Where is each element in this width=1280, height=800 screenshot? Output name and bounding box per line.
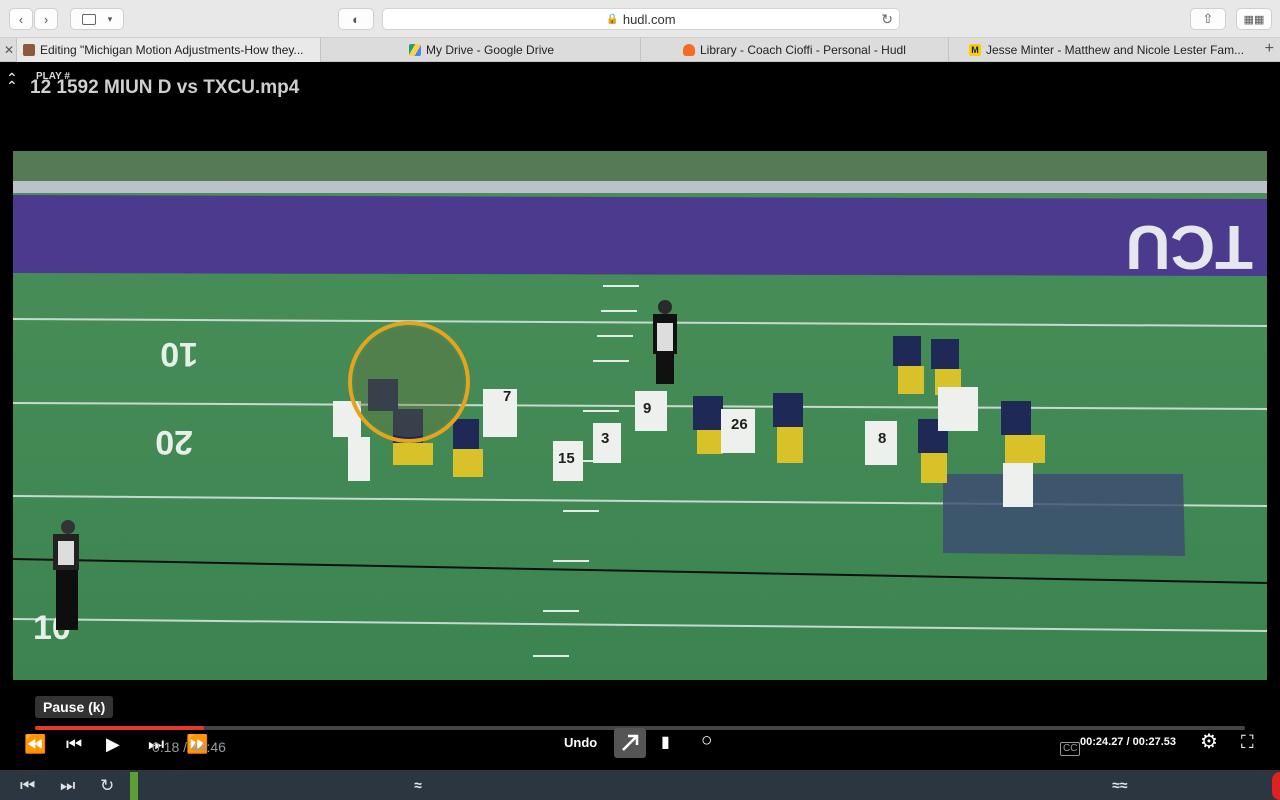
arrow-tool-button[interactable] xyxy=(614,728,646,758)
shield-icon: ◐ xyxy=(352,11,360,27)
tab-label: My Drive - Google Drive xyxy=(426,43,555,57)
back-button[interactable]: ‹ xyxy=(9,8,33,30)
grid-icon: ▦▦ xyxy=(1243,13,1265,26)
jersey-number: 7 xyxy=(503,388,511,405)
tab-editing[interactable]: Editing "Michigan Motion Adjustments-How… xyxy=(16,38,320,62)
tab-label: Jesse Minter - Matthew and Nicole Lester… xyxy=(986,43,1245,57)
timeline-break-icon: ≈≈ xyxy=(1112,777,1128,793)
collapse-icon[interactable]: ⌃ ⌃ xyxy=(6,71,18,93)
new-tab-icon[interactable]: + xyxy=(1265,40,1274,58)
chevron-down-icon: ▾ xyxy=(107,13,113,24)
chevron-right-icon: › xyxy=(43,11,49,27)
forward-button[interactable]: › xyxy=(34,8,58,30)
rewind-icon[interactable]: ⏪ xyxy=(24,735,46,753)
timeline-start-marker[interactable] xyxy=(130,772,138,800)
circle-tool-icon[interactable]: ○ xyxy=(701,731,712,750)
tab-label: Editing "Michigan Motion Adjustments-How… xyxy=(40,43,304,57)
share-button[interactable]: ⇧ xyxy=(1190,8,1226,30)
gear-icon[interactable]: ⚙ xyxy=(1200,732,1218,752)
pause-tooltip: Pause (k) xyxy=(35,696,114,718)
clip-timestamp: 0:18 / 44:46 xyxy=(152,739,226,755)
tab-google-drive[interactable]: My Drive - Google Drive xyxy=(320,38,640,62)
previous-frame-icon[interactable]: ⏮ xyxy=(66,735,82,753)
reload-icon[interactable]: ↻ xyxy=(881,11,893,28)
first-clip-icon[interactable]: ⏮ xyxy=(20,776,35,796)
timeline-break-icon: ≈ xyxy=(414,777,422,793)
tab-hudl-library[interactable]: Library - Coach Cioffi - Personal - Hudl xyxy=(640,38,948,62)
arrow-icon xyxy=(622,734,639,751)
jersey-number: 15 xyxy=(558,450,575,467)
hudl-icon xyxy=(683,44,695,56)
tab-label: Library - Coach Cioffi - Personal - Hudl xyxy=(700,43,906,57)
clip-timeline: ⏮ ⏭ ↻ ≈ ≈≈ xyxy=(0,770,1280,800)
privacy-shield-button[interactable]: ◐ xyxy=(338,8,374,30)
close-tab-icon[interactable]: ✕ xyxy=(4,43,14,57)
share-icon: ⇧ xyxy=(1202,11,1214,26)
play-icon[interactable]: ▶ xyxy=(106,735,120,753)
endzone-text: TCU xyxy=(1126,212,1253,281)
video-frame[interactable]: TCU 10 20 10 15 3 9 8 7 26 xyxy=(13,151,1267,680)
jersey-number: 9 xyxy=(643,400,651,417)
tab-bar: ✕ Editing "Michigan Motion Adjustments-H… xyxy=(0,38,1280,62)
last-clip-icon[interactable]: ⏭ xyxy=(60,776,75,796)
captions-icon[interactable]: CC xyxy=(1060,742,1081,756)
michigan-icon: M xyxy=(969,44,981,56)
video-frame-image: TCU 10 20 10 15 3 9 8 7 26 xyxy=(13,151,1267,680)
sidebar-button[interactable]: ▾ xyxy=(70,8,124,30)
playback-time: 00:24.27 / 00:27.53 xyxy=(1080,736,1177,748)
tab-jesse-minter[interactable]: M Jesse Minter - Matthew and Nicole Lest… xyxy=(948,38,1258,62)
progress-fill xyxy=(35,726,205,730)
timeline-end-marker[interactable] xyxy=(1272,772,1280,800)
drive-icon xyxy=(409,44,421,56)
loop-icon[interactable]: ↻ xyxy=(100,776,114,796)
fullscreen-icon[interactable]: ⛶ xyxy=(1241,733,1254,751)
video-player: ⌃ ⌃ PLAY # 12 1592 MIUN D vs TXCU.mp4 TCU xyxy=(0,63,1280,770)
clip-title: 12 1592 MIUN D vs TXCU.mp4 xyxy=(30,77,300,98)
yard-number: 10 xyxy=(160,335,198,373)
favicon-icon xyxy=(23,44,35,56)
lock-icon: 🔒 xyxy=(606,13,619,25)
browser-toolbar: ‹ › ▾ ◐ 🔒 hudl.com ↻ ⇧ ▦▦ xyxy=(0,0,1280,38)
address-bar[interactable]: 🔒 hudl.com ↻ xyxy=(382,8,900,30)
sidebar-icon xyxy=(81,13,96,25)
url-text: hudl.com xyxy=(622,11,676,27)
chevron-left-icon: ‹ xyxy=(18,11,24,27)
jersey-number: 3 xyxy=(601,430,609,447)
jersey-number: 26 xyxy=(731,416,748,433)
jersey-number: 8 xyxy=(878,430,886,447)
undo-button[interactable]: Undo xyxy=(564,735,597,750)
yard-number: 20 xyxy=(155,423,193,461)
tab-overview-button[interactable]: ▦▦ xyxy=(1236,8,1272,30)
comment-icon[interactable]: ▮ xyxy=(661,734,670,752)
